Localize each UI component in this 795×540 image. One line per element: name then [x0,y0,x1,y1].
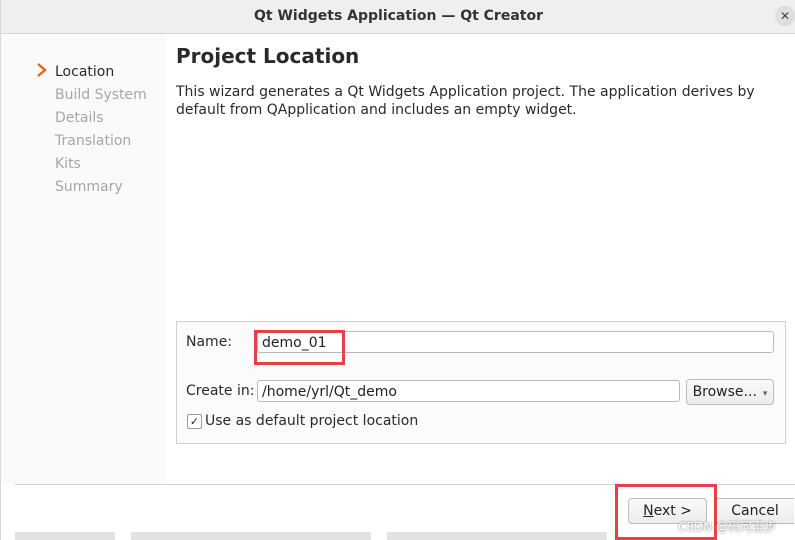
browse-button-label: Browse... [692,384,757,400]
create-in-label: Create in: [186,383,255,399]
create-in-path-input[interactable]: /home/yrl/Qt_demo [257,380,680,402]
step-details: Details [55,110,104,126]
csdn-watermark: CSDN @码河漫步 [678,520,777,534]
name-label: Name: [186,334,233,350]
bottom-bar-segment [15,532,115,540]
close-button[interactable]: ✕ [775,6,795,26]
step-translation: Translation [55,133,132,149]
default-location-checkbox[interactable]: ✓ [187,414,202,429]
step-location: Location [55,64,115,80]
window-title: Qt Widgets Application — Qt Creator [254,8,543,24]
bottom-bar-segment [131,532,371,540]
wizard-window: Qt Widgets Application — Qt Creator ✕ Lo… [0,0,795,540]
default-location-label[interactable]: Use as default project location [205,413,418,429]
name-highlight-box [254,330,345,365]
step-summary: Summary [55,179,123,195]
step-kits: Kits [55,156,81,172]
check-icon: ✓ [189,415,200,428]
dropdown-arrow-icon: ▾ [762,389,768,399]
current-step-arrow-icon [37,63,47,77]
bottom-bar-segment [387,532,607,540]
page-description: This wizard generates a Qt Widgets Appli… [176,84,755,118]
close-icon: ✕ [779,9,791,23]
title-bar: Qt Widgets Application — Qt Creator ✕ [1,0,795,34]
browse-button[interactable]: Browse... ▾ [686,379,774,405]
step-build-system: Build System [55,87,147,103]
page-title: Project Location [176,44,360,68]
cancel-label: Cancel [731,503,779,519]
